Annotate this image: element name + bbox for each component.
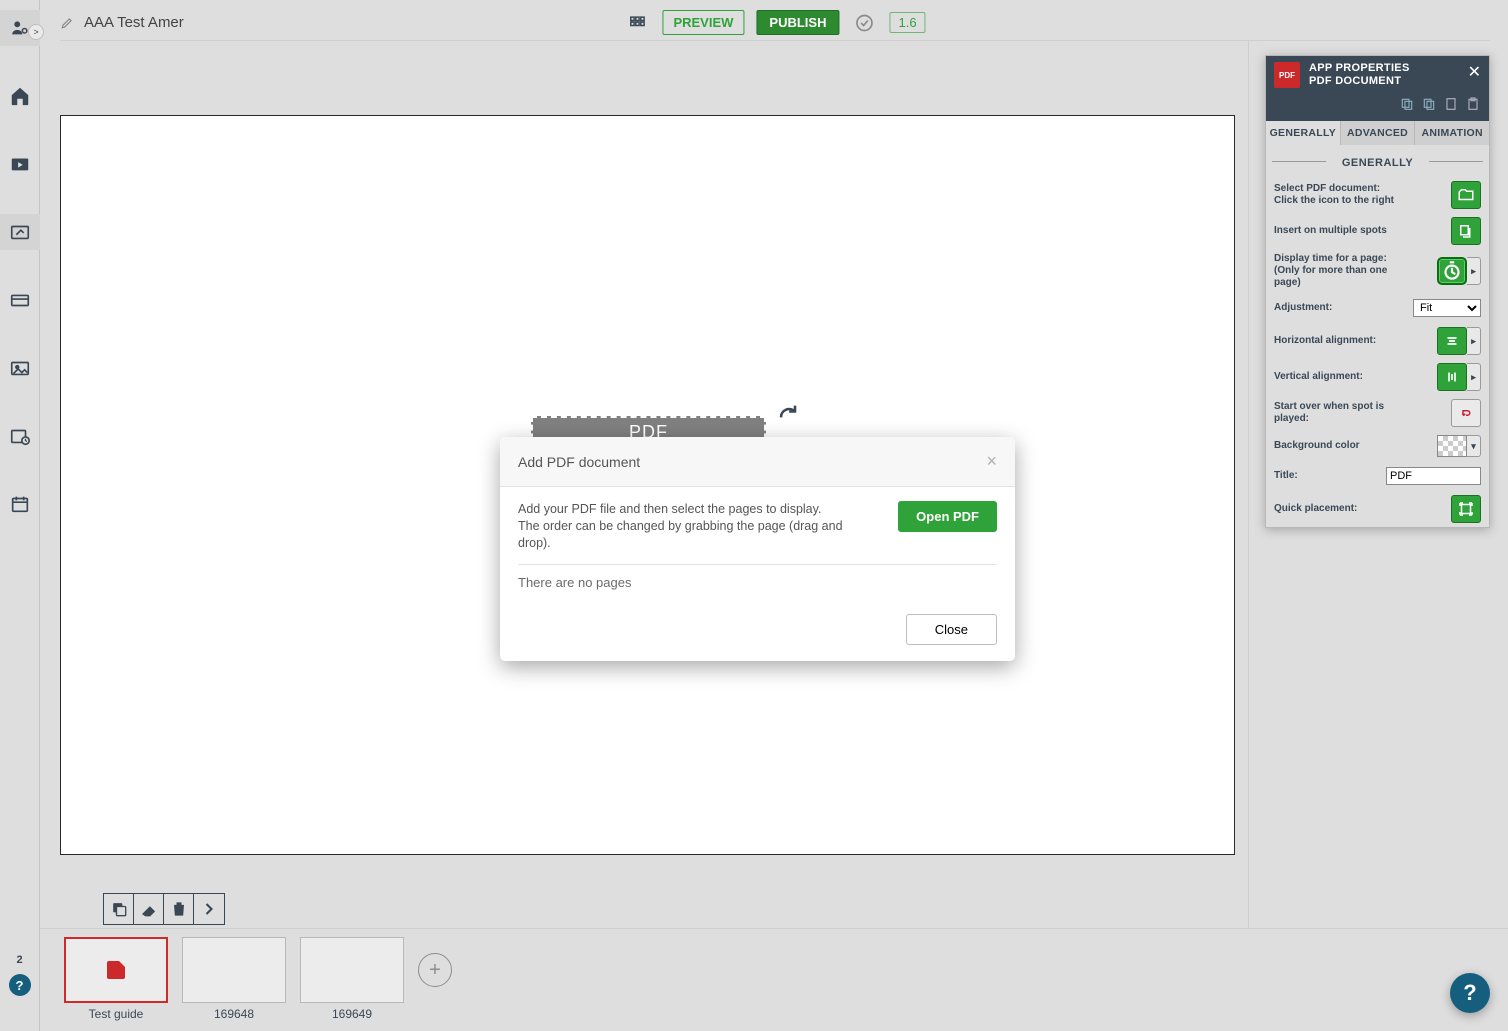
sidebar-item-payment[interactable] bbox=[0, 282, 40, 318]
spot-item[interactable]: Test guide bbox=[64, 937, 168, 1021]
modal-empty-text: There are no pages bbox=[518, 575, 997, 590]
help-fab[interactable]: ? bbox=[1450, 973, 1490, 1013]
section-title: GENERALLY bbox=[1266, 145, 1489, 177]
tab-advanced[interactable]: ADVANCED bbox=[1341, 121, 1416, 145]
label-adjustment: Adjustment: bbox=[1274, 302, 1332, 314]
panel-paste-icon[interactable] bbox=[1465, 96, 1481, 115]
pdf-mini-icon bbox=[107, 961, 125, 979]
display-time-button[interactable] bbox=[1437, 257, 1467, 285]
add-spot-button[interactable]: + bbox=[418, 953, 452, 987]
spot-item[interactable]: 169648 bbox=[182, 937, 286, 1021]
spot-thumbnail[interactable] bbox=[300, 937, 404, 1003]
display-time-dropdown[interactable]: ▸ bbox=[1467, 257, 1481, 285]
properties-panel: PDF APP PROPERTIES PDF DOCUMENT ✕ GENERA… bbox=[1265, 55, 1490, 528]
page-title[interactable]: AAA Test Amer bbox=[84, 14, 184, 31]
label-startover: Start over when spot is played: bbox=[1274, 401, 1404, 425]
sidebar-expand-toggle[interactable]: > bbox=[28, 24, 44, 40]
sidebar-item-home[interactable] bbox=[0, 78, 40, 114]
rotate-handle-icon[interactable] bbox=[774, 401, 802, 432]
label-title: Title: bbox=[1274, 470, 1298, 482]
panel-header: PDF APP PROPERTIES PDF DOCUMENT ✕ bbox=[1266, 56, 1489, 94]
topbar: AAA Test Amer PREVIEW PUBLISH 1.6 bbox=[60, 5, 1490, 41]
label-quick-placement: Quick placement: bbox=[1274, 503, 1357, 515]
quick-placement-button[interactable] bbox=[1451, 495, 1481, 523]
tab-animation[interactable]: ANIMATION bbox=[1415, 121, 1489, 145]
modal-desc-2: The order can be changed by grabbing the… bbox=[518, 518, 878, 552]
pdf-badge-icon: PDF bbox=[1274, 62, 1300, 88]
tab-generally[interactable]: GENERALLY bbox=[1266, 121, 1341, 145]
bgcolor-chip[interactable] bbox=[1437, 435, 1467, 457]
multi-spots-button[interactable] bbox=[1451, 217, 1481, 245]
version-indicator[interactable]: 1.6 bbox=[889, 12, 925, 33]
sidebar-item-media[interactable] bbox=[0, 146, 40, 182]
publish-button[interactable]: PUBLISH bbox=[756, 10, 839, 35]
sidebar-item-schedule[interactable] bbox=[0, 418, 40, 454]
approve-icon[interactable] bbox=[851, 10, 877, 36]
bgcolor-dropdown[interactable]: ▾ bbox=[1467, 435, 1481, 457]
spot-thumbnail[interactable] bbox=[182, 937, 286, 1003]
open-folder-button[interactable] bbox=[1451, 181, 1481, 209]
spot-label: 169649 bbox=[332, 1007, 372, 1021]
left-sidebar: > 2 ? bbox=[0, 0, 40, 1031]
valign-dropdown[interactable]: ▸ bbox=[1467, 363, 1481, 391]
label-select-pdf: Select PDF document: bbox=[1274, 183, 1380, 194]
spot-thumbnail[interactable] bbox=[64, 937, 168, 1003]
open-pdf-button[interactable]: Open PDF bbox=[898, 501, 997, 532]
label-select-pdf-2: Click the icon to the right bbox=[1274, 195, 1394, 206]
label-halign: Horizontal alignment: bbox=[1274, 335, 1376, 347]
panel-copy2-icon[interactable] bbox=[1421, 96, 1437, 115]
label-display-time: Display time for a page: bbox=[1274, 253, 1387, 264]
sidebar-item-image[interactable] bbox=[0, 350, 40, 386]
spot-item[interactable]: 169649 bbox=[300, 937, 404, 1021]
modal-desc-1: Add your PDF file and then select the pa… bbox=[518, 501, 878, 518]
panel-close-button[interactable]: ✕ bbox=[1468, 62, 1481, 82]
halign-dropdown[interactable]: ▸ bbox=[1467, 327, 1481, 355]
valign-button[interactable] bbox=[1437, 363, 1467, 391]
label-bgcolor: Background color bbox=[1274, 440, 1360, 452]
preview-button[interactable]: PREVIEW bbox=[662, 10, 744, 35]
panel-copy-icon[interactable] bbox=[1399, 96, 1415, 115]
title-input[interactable] bbox=[1386, 467, 1481, 485]
adjustment-select[interactable]: Fit bbox=[1413, 299, 1481, 317]
spot-label: 169648 bbox=[214, 1007, 254, 1021]
label-multi-spots: Insert on multiple spots bbox=[1274, 225, 1387, 237]
grid-icon[interactable] bbox=[624, 10, 650, 36]
panel-header-line2: PDF DOCUMENT bbox=[1309, 75, 1410, 88]
help-icon[interactable]: ? bbox=[9, 974, 31, 996]
spot-strip: Test guide 169648 169649 + bbox=[40, 928, 1508, 1031]
modal-close-button[interactable]: Close bbox=[906, 614, 997, 645]
spot-erase-button[interactable] bbox=[134, 894, 164, 924]
notification-badge: 2 bbox=[16, 954, 22, 966]
modal-close-icon[interactable]: × bbox=[986, 451, 997, 472]
spot-label: Test guide bbox=[89, 1007, 144, 1021]
spot-next-button[interactable] bbox=[194, 894, 224, 924]
add-pdf-modal: Add PDF document × Add your PDF file and… bbox=[500, 437, 1015, 661]
label-display-time-2: (Only for more than one page) bbox=[1274, 265, 1387, 288]
startover-toggle[interactable] bbox=[1451, 399, 1481, 427]
label-valign: Vertical alignment: bbox=[1274, 371, 1363, 383]
panel-header-line1: APP PROPERTIES bbox=[1309, 62, 1410, 75]
modal-title: Add PDF document bbox=[518, 454, 640, 470]
spot-toolbar bbox=[103, 893, 225, 925]
panel-doc-icon[interactable] bbox=[1443, 96, 1459, 115]
spot-delete-button[interactable] bbox=[164, 894, 194, 924]
halign-button[interactable] bbox=[1437, 327, 1467, 355]
pencil-icon[interactable] bbox=[60, 16, 74, 30]
sidebar-item-calendar[interactable] bbox=[0, 486, 40, 522]
sidebar-item-editor[interactable] bbox=[0, 214, 40, 250]
page-title-group: AAA Test Amer bbox=[60, 14, 184, 31]
spot-duplicate-button[interactable] bbox=[104, 894, 134, 924]
